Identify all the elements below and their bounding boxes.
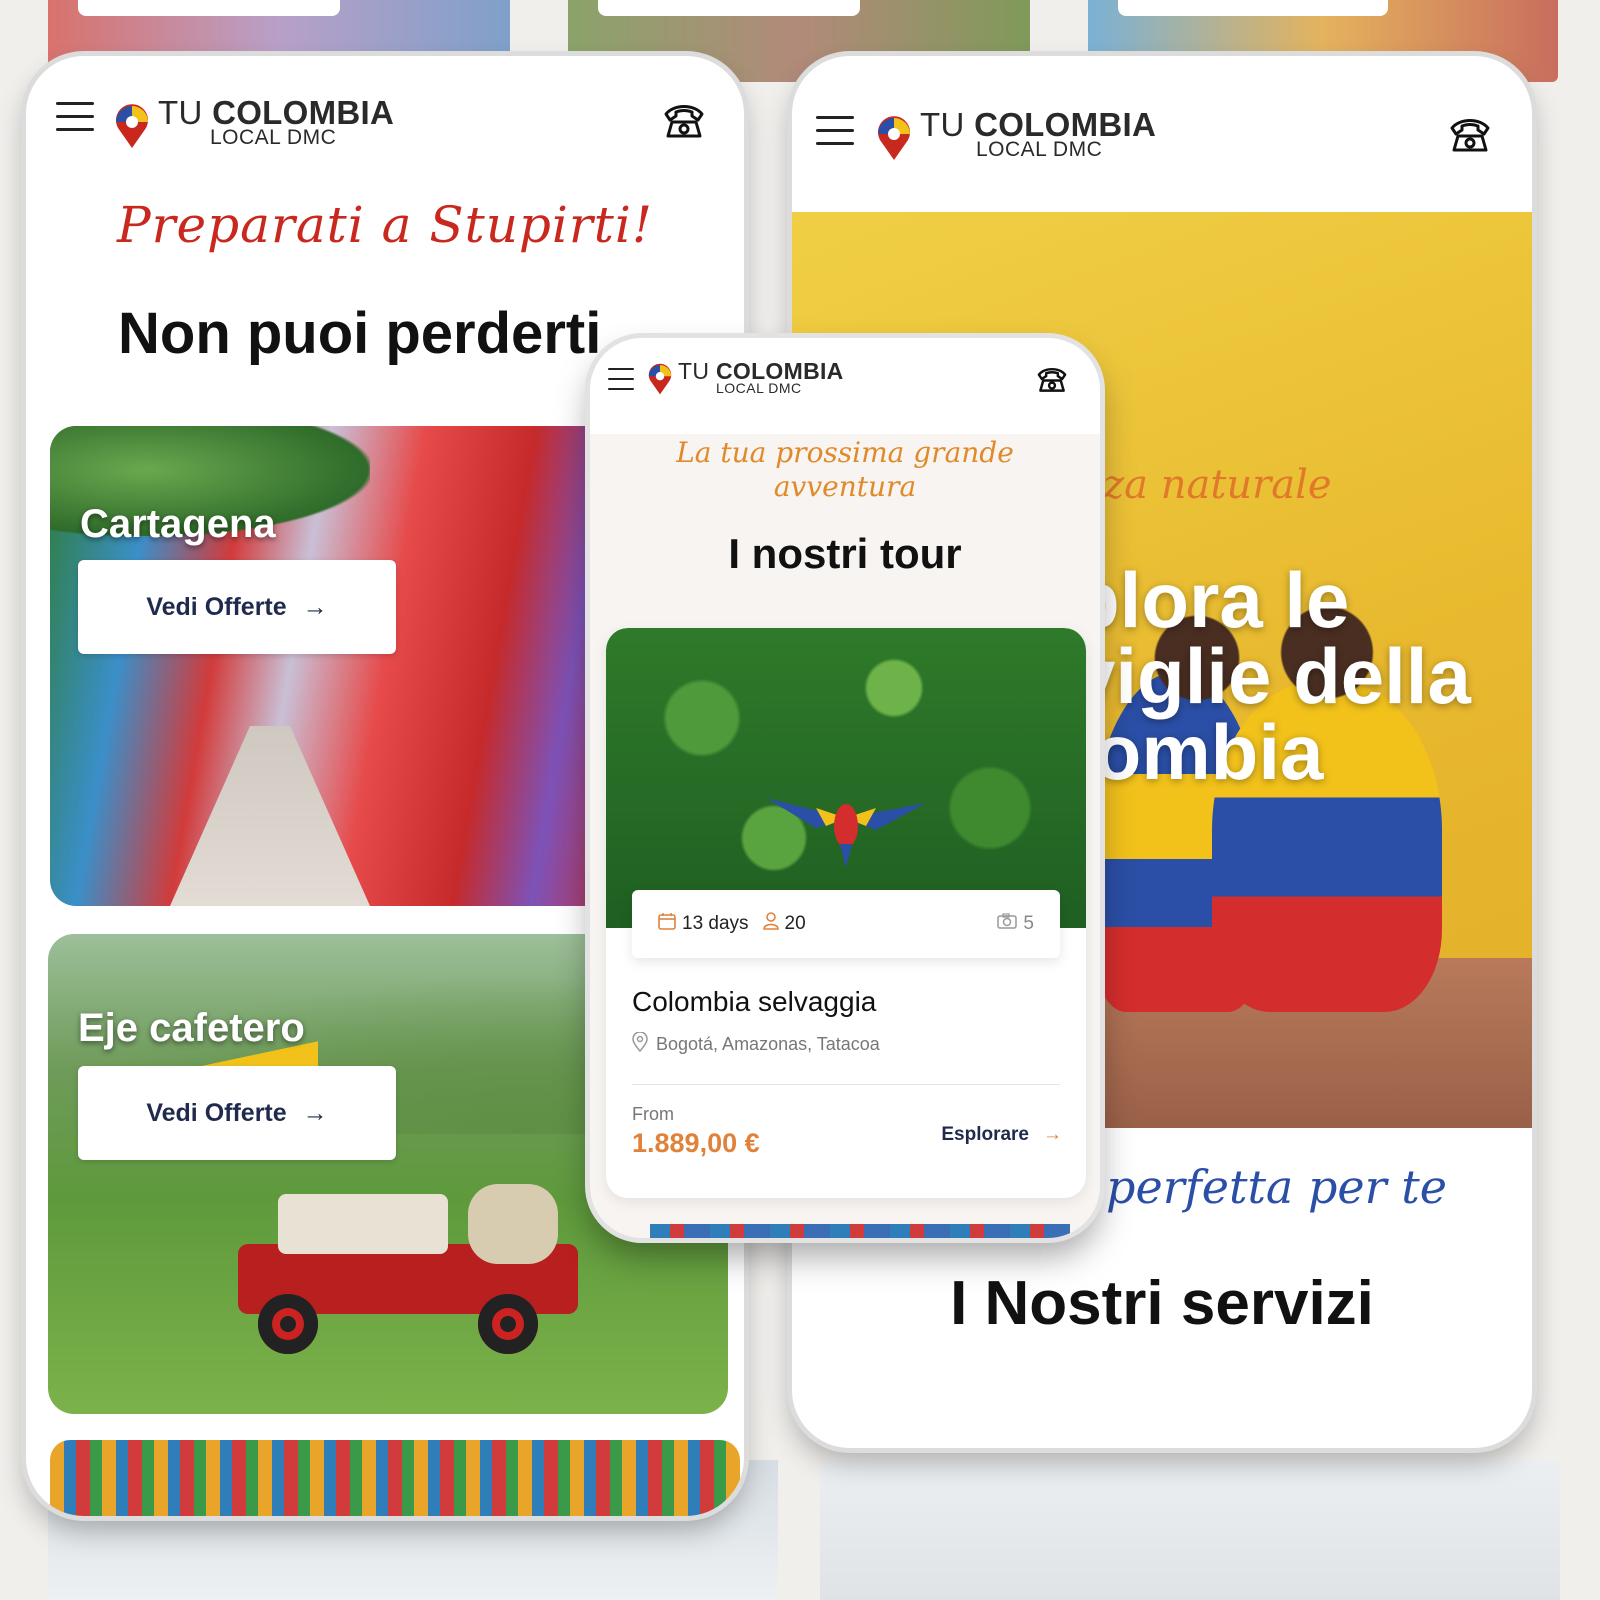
camera-icon	[997, 913, 1018, 935]
tagline-script: Preparati a Stupirti!	[117, 196, 653, 254]
button-label: Vedi Offerte	[146, 592, 287, 621]
brand-logo[interactable]: TU COLOMBIA LOCAL DMC	[112, 96, 394, 148]
logo-tu: TU	[920, 106, 965, 143]
phone-icon[interactable]	[1448, 114, 1492, 154]
hero-title-line: viglie della	[1072, 632, 1471, 720]
next-card-preview	[650, 1224, 1070, 1238]
divider	[632, 1084, 1060, 1085]
logo-pin-icon	[112, 102, 152, 148]
tour-locations: Bogotá, Amazonas, Tatacoa	[632, 1031, 880, 1057]
header: TU COLOMBIA LOCAL DMC	[792, 56, 1532, 212]
street-pavement	[170, 726, 370, 906]
hero-script-text: zza naturale	[1082, 462, 1332, 508]
section-heading: I nostri tour	[728, 530, 962, 577]
header: TU COLOMBIA LOCAL DMC	[590, 338, 1100, 434]
hero-title-line: lombia	[1072, 708, 1324, 796]
tour-photo-count: 5	[1023, 913, 1034, 934]
next-destination-card-preview	[50, 1440, 740, 1516]
tour-card[interactable]: 13 days 20 5 Colombia selvaggia Bogotá, …	[606, 628, 1086, 1198]
logo-pin-icon	[646, 362, 674, 394]
section-heading: I Nostri servizi	[950, 1269, 1374, 1338]
hero-title: plora le viglie della lombia	[1072, 556, 1471, 796]
tour-group-size: 20	[784, 913, 806, 934]
logo-tu: TU	[158, 94, 203, 131]
background-mountain-right	[820, 1460, 1560, 1600]
section-heading: Non puoi perderti	[118, 301, 602, 366]
calendar-icon	[658, 912, 676, 936]
hamburger-icon[interactable]	[608, 368, 634, 390]
user-icon	[762, 912, 779, 936]
destination-name: Cartagena	[80, 502, 276, 546]
location-pin-icon	[632, 1031, 648, 1057]
macaw-illustration	[766, 798, 926, 868]
button-label: Vedi Offerte	[146, 1098, 287, 1127]
brand-logo[interactable]: TU COLOMBIA LOCAL DMC	[874, 108, 1156, 160]
phone-icon[interactable]	[1036, 364, 1068, 394]
tour-locations-text: Bogotá, Amazonas, Tatacoa	[656, 1034, 880, 1054]
hero-title-line: plora le	[1072, 556, 1350, 644]
logo-pin-icon	[874, 114, 914, 160]
tour-title[interactable]: Colombia selvaggia	[632, 986, 876, 1018]
tour-meta-bar: 13 days 20 5	[632, 890, 1060, 958]
explore-link[interactable]: Esplorare →	[941, 1124, 1062, 1146]
logo-tu: TU	[678, 358, 710, 384]
center-phone-screen: TU COLOMBIA LOCAL DMC La tua prossima gr…	[590, 338, 1100, 1238]
price-label: From	[632, 1104, 674, 1124]
arrow-right-icon: →	[302, 592, 328, 621]
hamburger-icon[interactable]	[56, 102, 94, 132]
view-offers-button[interactable]: Vedi Offerte →	[78, 1066, 396, 1160]
arrow-right-icon: →	[1043, 1124, 1062, 1145]
tagline-script: La tua prossima grande avventura	[676, 436, 1014, 503]
brand-logo[interactable]: TU COLOMBIA LOCAL DMC	[646, 360, 844, 395]
explore-label: Esplorare	[941, 1124, 1029, 1145]
view-offers-button[interactable]: Vedi Offerte →	[78, 560, 396, 654]
arrow-right-icon: →	[302, 1098, 328, 1127]
section-script: a perfetta per te	[1064, 1160, 1447, 1214]
destination-name: Eje cafetero	[78, 1006, 305, 1050]
hamburger-icon[interactable]	[816, 116, 854, 146]
tour-image-rainforest	[606, 628, 1086, 928]
tour-price: 1.889,00 €	[632, 1128, 760, 1158]
header: TU COLOMBIA LOCAL DMC	[26, 56, 744, 176]
phone-icon[interactable]	[662, 100, 706, 140]
red-jeep	[238, 1184, 578, 1354]
tour-duration: 13 days	[682, 913, 749, 934]
